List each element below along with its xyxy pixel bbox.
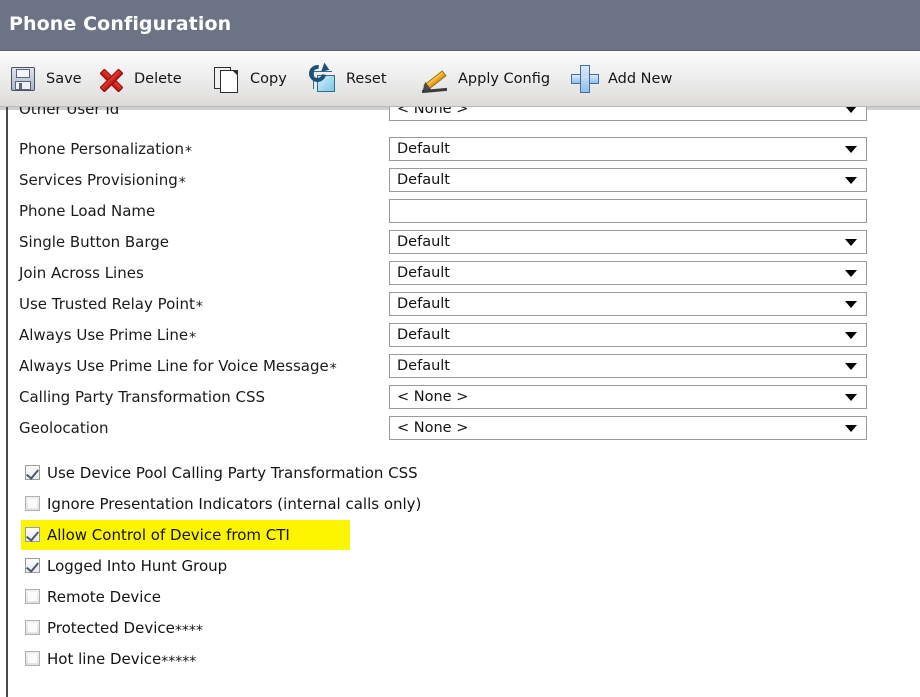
reset-cube-icon [308, 64, 338, 94]
checkbox-remote-device[interactable] [25, 589, 40, 604]
toolbar-button-label: Add New [608, 71, 672, 87]
floppy-disk-icon [8, 64, 38, 94]
form-row-always-use-prime-line: Always Use Prime Line* Default [0, 319, 920, 350]
checkbox-row-hot-line-device: Hot line Device***** [0, 643, 920, 674]
form-select-services-provisioning[interactable]: Default [389, 168, 867, 192]
toolbar-reset-button[interactable]: Reset [308, 51, 387, 107]
chevron-down-icon [845, 146, 857, 153]
toolbar-add-new-button[interactable]: Add New [570, 51, 672, 107]
page-title: Phone Configuration [9, 13, 231, 35]
chevron-down-icon [845, 177, 857, 184]
form-label-services-provisioning: Services Provisioning* [19, 164, 185, 195]
form-select-use-trusted-relay-point[interactable]: Default [389, 292, 867, 316]
checkbox-ignore-presentation-indicators-internal-calls-only[interactable] [25, 496, 40, 511]
form-select-always-use-prime-line-for-voice-message[interactable]: Default [389, 354, 867, 378]
chevron-down-icon [845, 239, 857, 246]
checkbox-row-remote-device: Remote Device [0, 581, 920, 612]
form-label-join-across-lines: Join Across Lines [19, 257, 144, 288]
form-select-single-button-barge[interactable]: Default [389, 230, 867, 254]
checkbox-row-protected-device: Protected Device**** [0, 612, 920, 643]
checkbox-allow-control-of-device-from-cti[interactable] [25, 527, 40, 542]
checkbox-logged-into-hunt-group[interactable] [25, 558, 40, 573]
chevron-down-icon [845, 107, 857, 113]
checkbox-row-logged-into-hunt-group: Logged Into Hunt Group [0, 550, 920, 581]
form-select-geolocation[interactable]: < None > [389, 416, 867, 440]
form-value-services-provisioning: Default [390, 172, 450, 188]
form-value-geolocation: < None > [390, 420, 468, 436]
form-row-phone-load-name: Phone Load Name [0, 195, 920, 226]
pencil-icon [420, 64, 450, 94]
checkbox-protected-device[interactable] [25, 620, 40, 635]
form-row-always-use-prime-line-for-voice-message: Always Use Prime Line for Voice Message*… [0, 350, 920, 381]
action-toolbar: Save Delete Copy Reset Apply Config Add New [0, 51, 920, 107]
form-label-use-trusted-relay-point: Use Trusted Relay Point* [19, 288, 202, 319]
toolbar-button-label: Copy [250, 71, 287, 87]
chevron-down-icon [845, 270, 857, 277]
phone-configuration-window: Phone Configuration Save Delete Copy Reset A… [0, 0, 920, 697]
form-select-calling-party-transformation-css[interactable]: < None > [389, 385, 867, 409]
form-row-calling-party-transformation-css: Calling Party Transformation CSS < None > [0, 381, 920, 412]
toolbar-copy-button[interactable]: Copy [212, 51, 287, 107]
plus-icon [570, 64, 600, 94]
checkbox-label-hot-line-device[interactable]: Hot line Device***** [47, 643, 196, 674]
form-select-always-use-prime-line[interactable]: Default [389, 323, 867, 347]
form-label-calling-party-transformation-css: Calling Party Transformation CSS [19, 381, 265, 412]
form-select-join-across-lines[interactable]: Default [389, 261, 867, 285]
chevron-down-icon [845, 301, 857, 308]
form-row-use-trusted-relay-point: Use Trusted Relay Point* Default [0, 288, 920, 319]
checkbox-label-ignore-presentation-indicators-internal-calls-only[interactable]: Ignore Presentation Indicators (internal… [47, 488, 421, 519]
checkbox-label-protected-device[interactable]: Protected Device**** [47, 612, 203, 643]
form-label-clipped: Other User Id [19, 107, 119, 124]
checkbox-label-allow-control-of-device-from-cti[interactable]: Allow Control of Device from CTI [47, 519, 290, 550]
form-label-phone-load-name: Phone Load Name [19, 195, 155, 226]
form-label-always-use-prime-line: Always Use Prime Line* [19, 319, 195, 350]
form-label-phone-personalization: Phone Personalization* [19, 133, 191, 164]
toolbar-apply-config-button[interactable]: Apply Config [420, 51, 550, 107]
form-label-always-use-prime-line-for-voice-message: Always Use Prime Line for Voice Message* [19, 350, 336, 381]
toolbar-button-label: Reset [346, 71, 387, 87]
checkbox-label-use-device-pool-calling-party-transformation-css[interactable]: Use Device Pool Calling Party Transforma… [47, 457, 418, 488]
form-select-phone-personalization[interactable]: Default [389, 137, 867, 161]
toolbar-button-label: Delete [134, 71, 182, 87]
red-x-icon [96, 64, 126, 94]
form-value-clipped: < None > [390, 107, 468, 117]
chevron-down-icon [845, 425, 857, 432]
checkbox-label-logged-into-hunt-group[interactable]: Logged Into Hunt Group [47, 550, 227, 581]
checkbox-use-device-pool-calling-party-transformation-css[interactable] [25, 465, 40, 480]
form-value-single-button-barge: Default [390, 234, 450, 250]
chevron-down-icon [845, 332, 857, 339]
form-row-clipped: Other User Id < None > [0, 107, 920, 124]
form-label-single-button-barge: Single Button Barge [19, 226, 169, 257]
form-value-join-across-lines: Default [390, 265, 450, 281]
checkbox-row-allow-control-of-device-from-cti: Allow Control of Device from CTI [0, 519, 920, 550]
form-value-always-use-prime-line: Default [390, 327, 450, 343]
checkbox-label-remote-device[interactable]: Remote Device [47, 581, 161, 612]
checkbox-hot-line-device[interactable] [25, 651, 40, 666]
toolbar-delete-button[interactable]: Delete [96, 51, 182, 107]
toolbar-save-button[interactable]: Save [8, 51, 82, 107]
form-label-geolocation: Geolocation [19, 412, 109, 443]
window-titlebar: Phone Configuration [0, 0, 920, 51]
form-input-phone-load-name[interactable] [389, 199, 867, 223]
checkbox-row-ignore-presentation-indicators-internal-calls-only: Ignore Presentation Indicators (internal… [0, 488, 920, 519]
form-row-join-across-lines: Join Across Lines Default [0, 257, 920, 288]
chevron-down-icon [845, 394, 857, 401]
form-value-calling-party-transformation-css: < None > [390, 389, 468, 405]
chevron-down-icon [845, 363, 857, 370]
toolbar-button-label: Save [46, 71, 82, 87]
toolbar-button-label: Apply Config [458, 71, 550, 87]
configuration-form: Other User Id < None > Phone Personaliza… [0, 107, 920, 697]
form-row-phone-personalization: Phone Personalization* Default [0, 133, 920, 164]
form-value-phone-personalization: Default [390, 141, 450, 157]
form-row-geolocation: Geolocation < None > [0, 412, 920, 443]
checkbox-row-use-device-pool-calling-party-transformation-css: Use Device Pool Calling Party Transforma… [0, 457, 920, 488]
form-value-always-use-prime-line-for-voice-message: Default [390, 358, 450, 374]
form-row-single-button-barge: Single Button Barge Default [0, 226, 920, 257]
form-value-use-trusted-relay-point: Default [390, 296, 450, 312]
copy-pages-icon [212, 64, 242, 94]
form-select-clipped[interactable]: < None > [389, 107, 867, 121]
form-row-services-provisioning: Services Provisioning* Default [0, 164, 920, 195]
